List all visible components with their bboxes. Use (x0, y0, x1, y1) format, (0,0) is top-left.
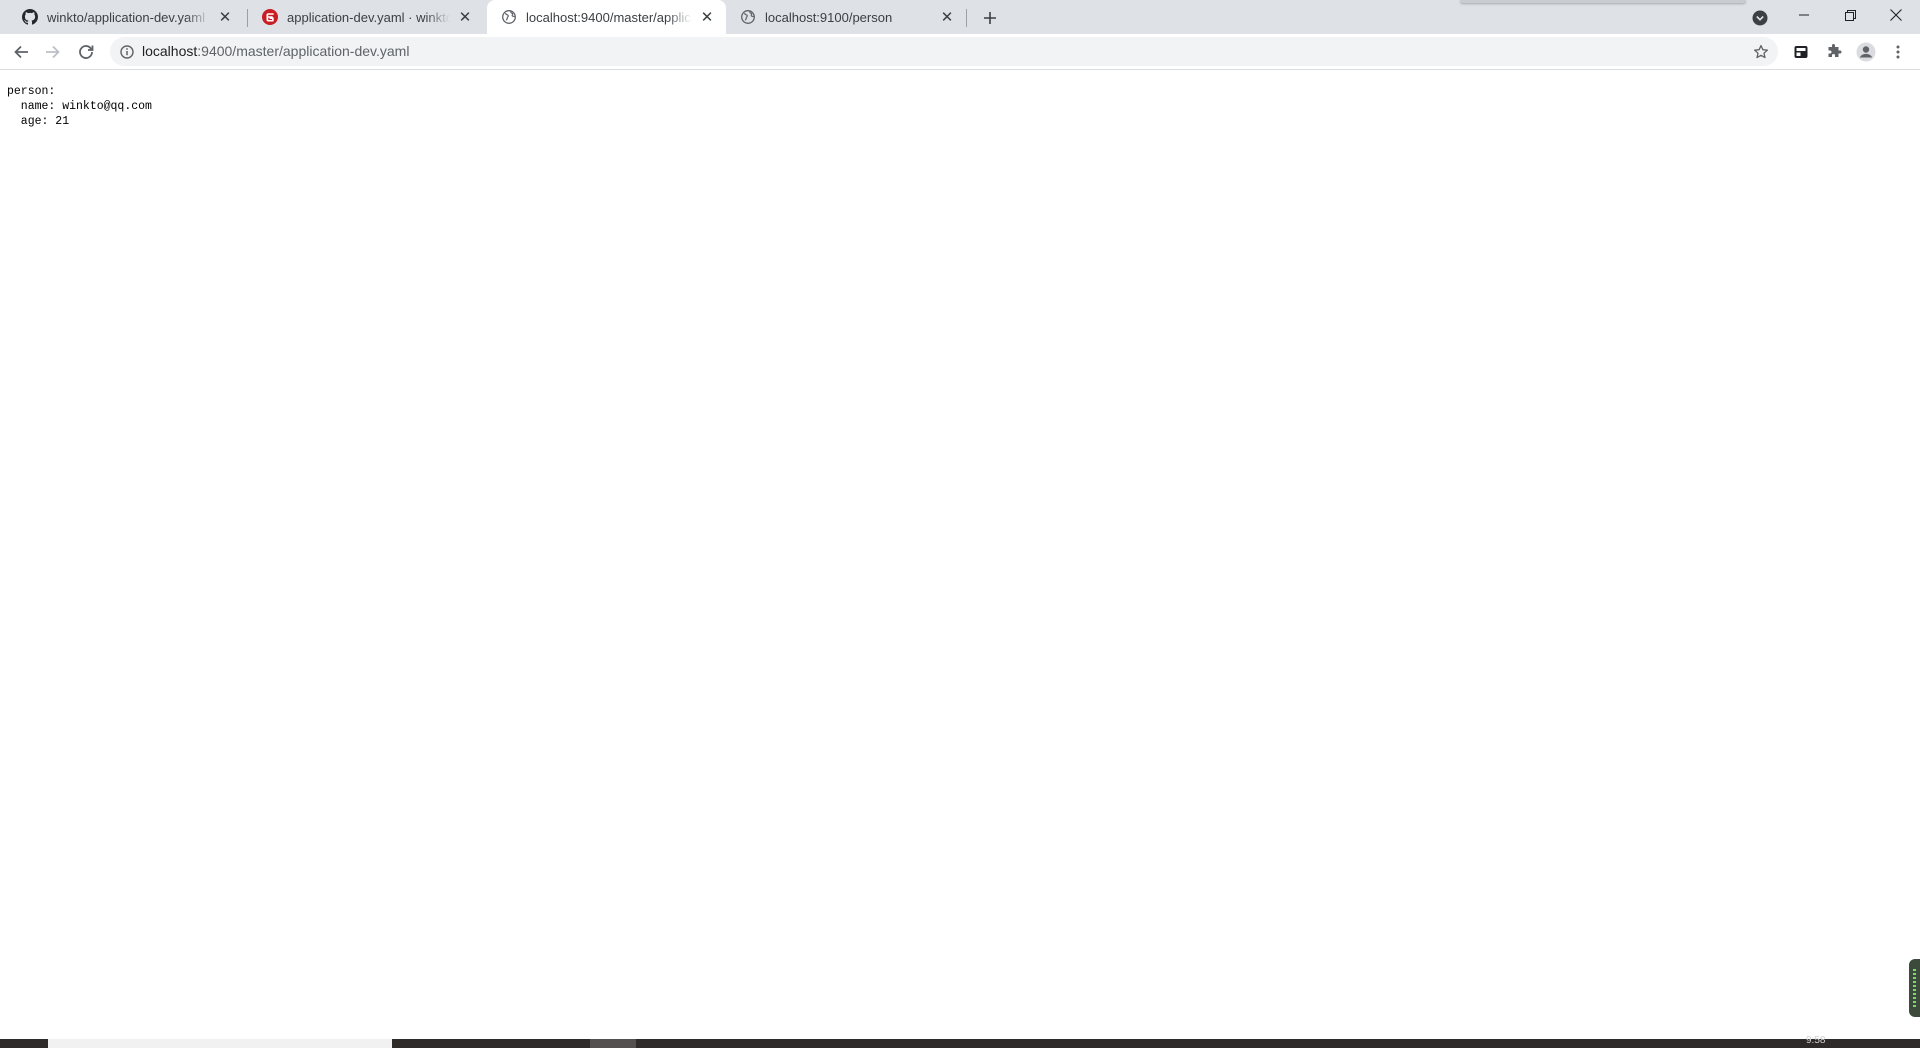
reload-icon (79, 45, 94, 59)
reload-button[interactable] (72, 38, 100, 66)
globe-icon (501, 9, 517, 25)
close-icon (1890, 9, 1902, 21)
yaml-line: age: 21 (7, 115, 70, 128)
side-widget-handle[interactable] (1909, 959, 1920, 1017)
tab-title: localhost:9100/person (765, 9, 893, 25)
close-icon[interactable]: ✕ (938, 8, 956, 26)
url-path: :9400/master/application-dev.yaml (197, 43, 410, 59)
chevron-down-circle-icon (1752, 10, 1768, 26)
tab-gitee[interactable]: application-dev.yaml · winkto/springclou… (248, 0, 484, 34)
taskbar-clock: 9:58 (1806, 1035, 1826, 1046)
forward-button[interactable] (39, 38, 67, 66)
address-bar[interactable]: localhost:9400/master/application-dev.ya… (110, 37, 1778, 66)
tab-strip: winkto/application-dev.yaml at master · … (0, 0, 1920, 34)
arrow-right-icon (46, 45, 60, 59)
taskbar-search[interactable] (48, 1039, 392, 1048)
extension-app-icon (1794, 46, 1808, 58)
taskbar-app[interactable] (590, 1039, 636, 1048)
close-icon[interactable]: ✕ (216, 8, 234, 26)
menu-button[interactable] (1886, 40, 1910, 64)
gitee-icon (262, 9, 278, 25)
tab-github[interactable]: winkto/application-dev.yaml at master · … (8, 0, 244, 34)
bookmark-star-icon[interactable] (1751, 42, 1770, 61)
globe-icon (740, 9, 756, 25)
tab-active-config[interactable]: localhost:9400/master/application-dev.ya… (487, 0, 726, 34)
extensions-button[interactable] (1822, 40, 1846, 64)
kebab-menu-icon (1896, 45, 1900, 59)
restore-button[interactable] (1827, 0, 1873, 30)
page-content: person: name: winkto@qq.com age: 21 (0, 71, 1920, 1039)
tab-hover-card (1460, 0, 1746, 3)
tab-title: localhost:9400/master/application-dev.ya… (526, 9, 692, 25)
new-tab-button[interactable] (976, 4, 1004, 32)
taskbar: 9:58 (0, 1035, 1920, 1048)
profile-button[interactable] (1854, 40, 1878, 64)
close-icon[interactable]: ✕ (698, 8, 716, 26)
info-icon[interactable] (118, 43, 135, 60)
puzzle-icon (1828, 44, 1842, 57)
yaml-line: person: (7, 85, 56, 98)
tab-person[interactable]: localhost:9100/person ✕ (726, 0, 966, 34)
github-icon (22, 9, 38, 25)
browser-toolbar: localhost:9400/master/application-dev.ya… (0, 34, 1920, 70)
minimize-button[interactable] (1781, 0, 1827, 30)
close-window-button[interactable] (1873, 0, 1919, 30)
yaml-document: person: name: winkto@qq.com age: 21 (7, 84, 152, 129)
plus-icon (984, 12, 996, 24)
restore-icon (1844, 9, 1856, 21)
extension-button[interactable] (1789, 40, 1813, 64)
tab-title: winkto/application-dev.yaml at master · … (47, 9, 210, 25)
tab-separator (966, 9, 967, 27)
minimize-icon (1799, 14, 1809, 16)
avatar-icon (1856, 42, 1876, 62)
url-host: localhost (142, 43, 198, 59)
arrow-left-icon (14, 45, 28, 59)
tab-search-button[interactable] (1748, 6, 1772, 30)
back-button[interactable] (7, 38, 35, 66)
level-indicator (1913, 969, 1916, 1009)
yaml-line: name: winkto@qq.com (7, 100, 152, 113)
url-text[interactable]: localhost:9400/master/application-dev.ya… (142, 43, 409, 59)
tab-title: application-dev.yaml · winkto/springclou… (287, 9, 450, 25)
close-icon[interactable]: ✕ (456, 8, 474, 26)
